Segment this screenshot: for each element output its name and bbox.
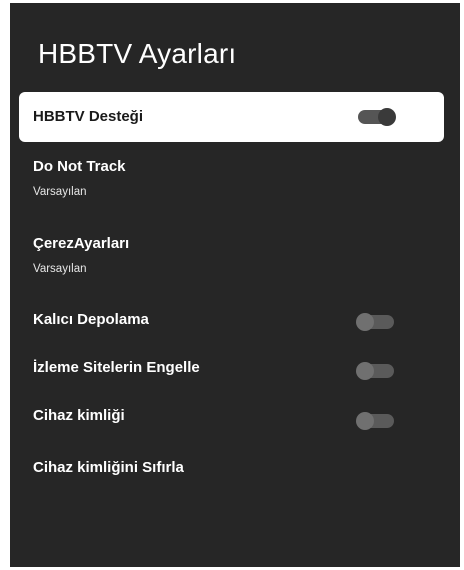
setting-value: Varsayılan [33, 186, 87, 198]
setting-label: İzleme Sitelerin Engelle [33, 359, 200, 376]
toggle-knob [356, 313, 374, 331]
setting-label: Do Not Track [33, 158, 126, 175]
setting-label: ÇerezAyarları [33, 235, 130, 252]
setting-label: Cihaz kimliğini Sıfırla [33, 459, 184, 476]
setting-reset-device-id[interactable]: Cihaz kimliğini Sıfırla [19, 445, 444, 495]
toggle-knob [356, 362, 374, 380]
setting-device-id[interactable]: Cihaz kimliği [19, 395, 444, 445]
page-title: HBBTV Ayarları [38, 38, 237, 69]
settings-panel: HBBTV Ayarları HBBTV Desteği Do Not Trac… [10, 3, 460, 567]
setting-block-tracking-sites[interactable]: İzleme Sitelerin Engelle [19, 347, 444, 395]
setting-hbbtv-support[interactable]: HBBTV Desteği [19, 92, 444, 142]
persistent-storage-toggle[interactable] [356, 313, 394, 331]
hbbtv-support-toggle[interactable] [358, 108, 396, 126]
block-tracking-sites-toggle[interactable] [356, 362, 394, 380]
setting-label: Kalıcı Depolama [33, 311, 149, 328]
device-id-toggle[interactable] [356, 412, 394, 430]
setting-label: HBBTV Desteği [33, 108, 144, 125]
setting-do-not-track[interactable]: Do Not Track Varsayılan [19, 142, 444, 220]
setting-cookie-settings[interactable]: ÇerezAyarları Varsayılan [19, 220, 444, 299]
toggle-knob [378, 108, 396, 126]
setting-value: Varsayılan [33, 263, 87, 275]
toggle-knob [356, 412, 374, 430]
setting-label: Cihaz kimliği [33, 407, 125, 424]
setting-persistent-storage[interactable]: Kalıcı Depolama [19, 299, 444, 347]
settings-list: HBBTV Desteği Do Not Track Varsayılan Çe… [19, 92, 444, 495]
